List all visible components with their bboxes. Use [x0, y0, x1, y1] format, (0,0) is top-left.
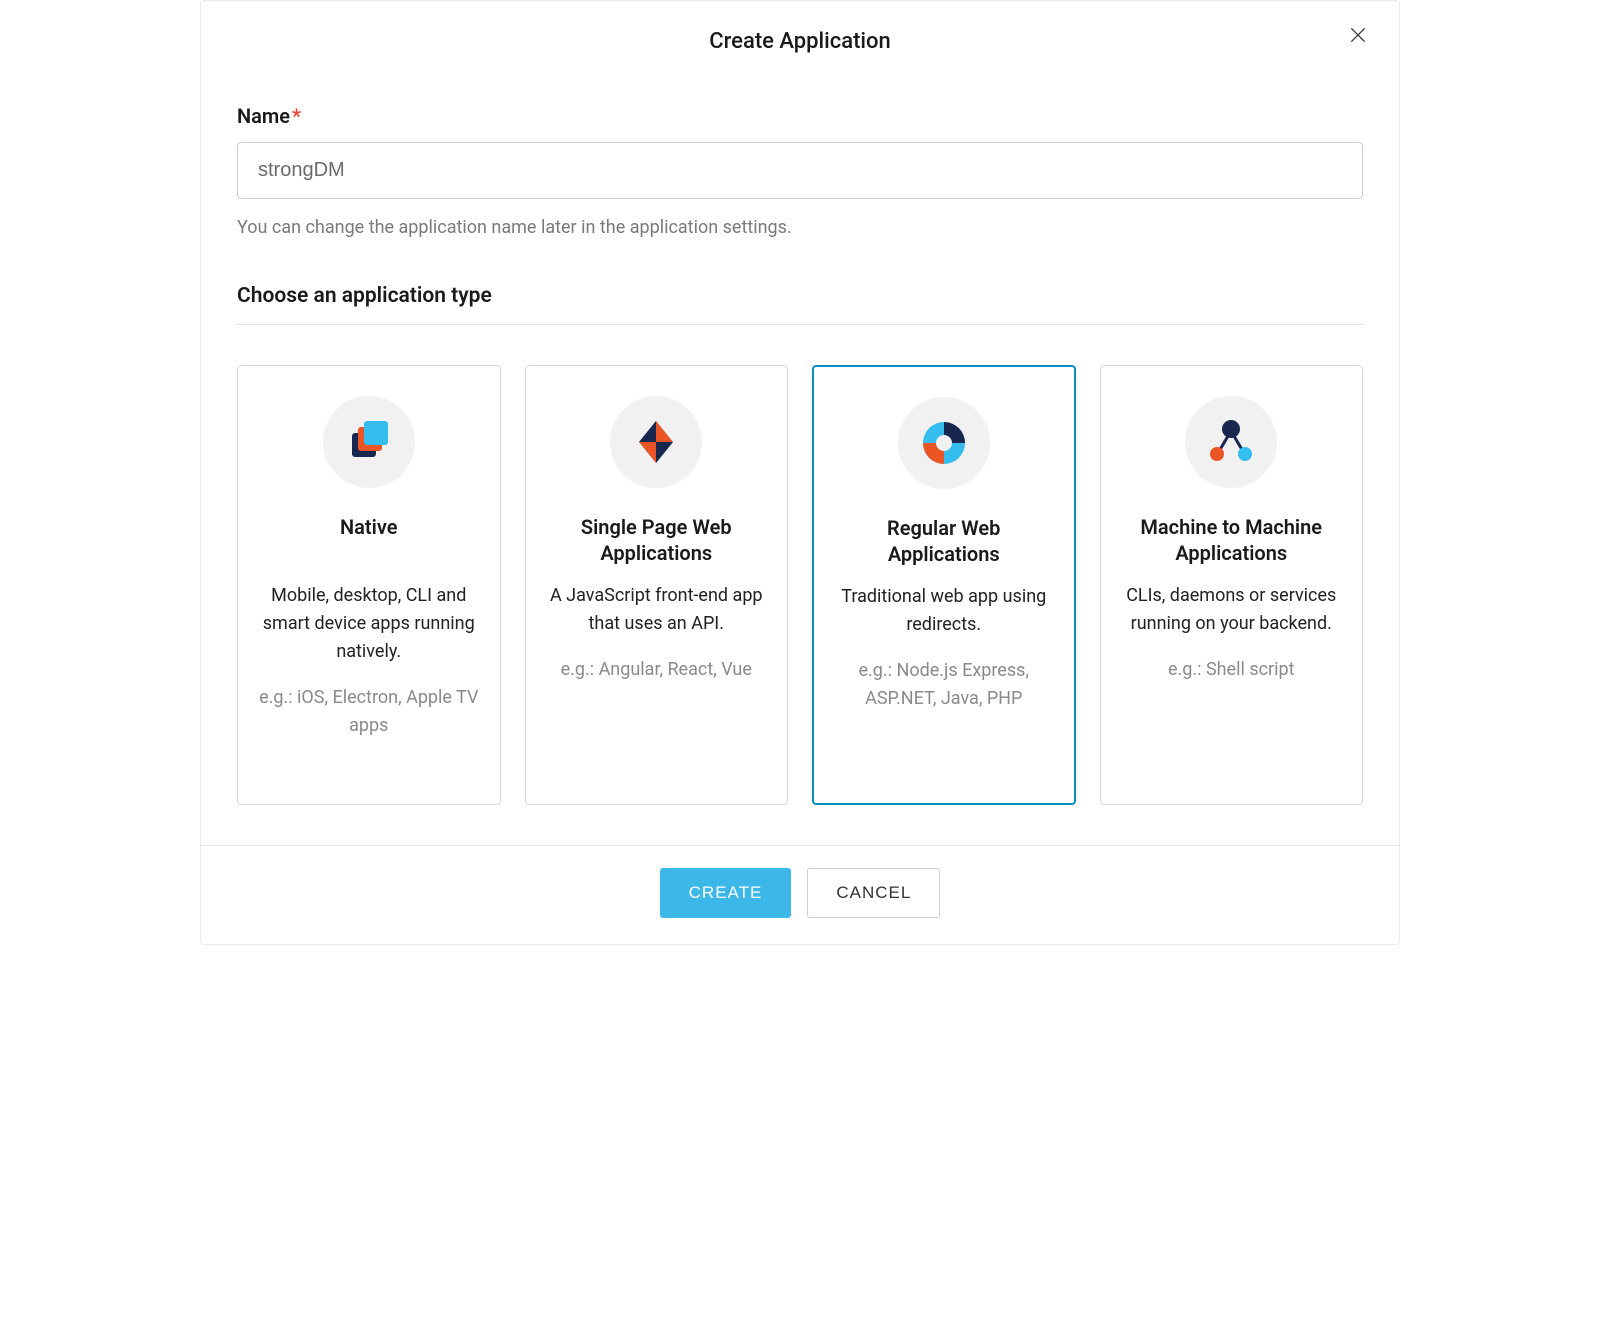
- close-icon: [1348, 25, 1368, 48]
- required-asterisk: *: [292, 104, 301, 128]
- create-application-modal: Create Application Name* You can change …: [200, 0, 1400, 945]
- name-input[interactable]: [237, 142, 1363, 199]
- card-title: Machine to Machine Applications: [1119, 514, 1345, 566]
- card-description: CLIs, daemons or services running on you…: [1119, 582, 1345, 638]
- card-description: Mobile, desktop, CLI and smart device ap…: [256, 582, 482, 666]
- card-examples: e.g.: iOS, Electron, Apple TV apps: [256, 684, 482, 740]
- m2m-icon: [1185, 396, 1277, 488]
- app-type-card-native[interactable]: Native Mobile, desktop, CLI and smart de…: [237, 365, 501, 805]
- name-label: Name*: [237, 104, 1363, 128]
- modal-footer: CREATE CANCEL: [201, 845, 1399, 944]
- modal-title: Create Application: [237, 29, 1363, 74]
- spa-icon: [610, 396, 702, 488]
- card-title: Native: [256, 514, 482, 566]
- app-type-card-spa[interactable]: Single Page Web Applications A JavaScrip…: [525, 365, 789, 805]
- card-examples: e.g.: Angular, React, Vue: [544, 656, 770, 684]
- name-helper-text: You can change the application name late…: [237, 217, 1363, 238]
- card-examples: e.g.: Node.js Express, ASP.NET, Java, PH…: [832, 657, 1056, 713]
- card-title: Single Page Web Applications: [544, 514, 770, 566]
- app-type-card-regular-web[interactable]: Regular Web Applications Traditional web…: [812, 365, 1076, 805]
- card-description: Traditional web app using redirects.: [832, 583, 1056, 639]
- app-type-card-m2m[interactable]: Machine to Machine Applications CLIs, da…: [1100, 365, 1364, 805]
- card-examples: e.g.: Shell script: [1119, 656, 1345, 684]
- regular-web-icon: [898, 397, 990, 489]
- name-field-group: Name* You can change the application nam…: [237, 104, 1363, 238]
- cancel-button[interactable]: CANCEL: [807, 868, 940, 918]
- create-button[interactable]: CREATE: [660, 868, 792, 918]
- name-label-text: Name: [237, 104, 290, 128]
- card-description: A JavaScript front-end app that uses an …: [544, 582, 770, 638]
- close-button[interactable]: [1345, 23, 1371, 49]
- type-section-heading: Choose an application type: [237, 284, 1363, 325]
- card-title: Regular Web Applications: [832, 515, 1056, 567]
- app-type-grid: Native Mobile, desktop, CLI and smart de…: [237, 365, 1363, 805]
- native-icon: [323, 396, 415, 488]
